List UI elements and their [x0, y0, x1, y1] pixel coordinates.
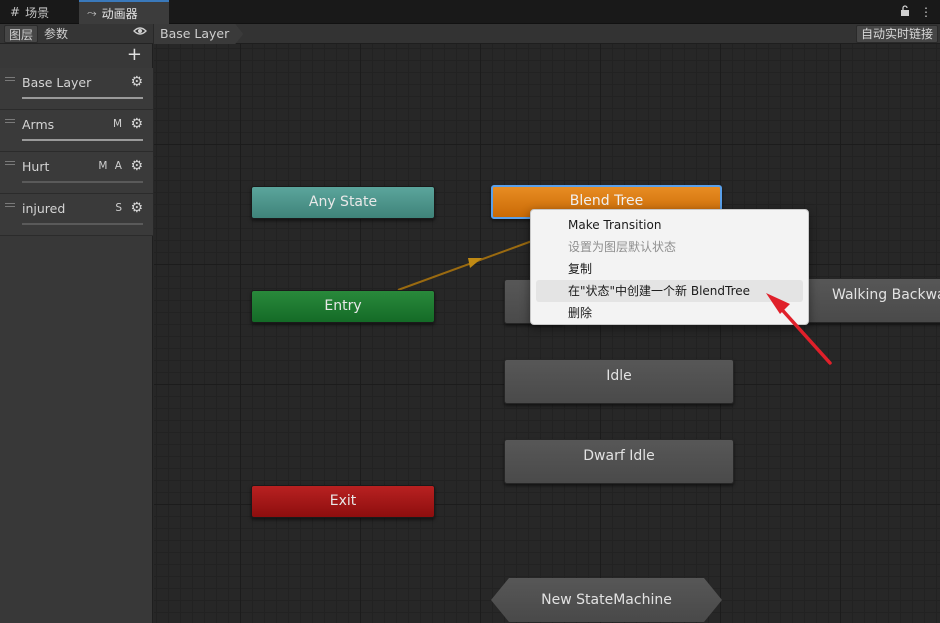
drag-handle-icon[interactable]	[5, 77, 15, 81]
state-exit[interactable]: Exit	[251, 485, 435, 518]
tab-layers[interactable]: 图层	[4, 25, 38, 43]
layer-flags: S	[115, 202, 124, 214]
layer-flags: M A	[98, 160, 124, 172]
state-entry[interactable]: Entry	[251, 290, 435, 323]
layers-panel: 图层 参数 + Base Layer ⚙ Arms M ⚙ Hurt M A ⚙…	[0, 24, 153, 623]
grid-icon: #	[10, 5, 21, 19]
layer-weight-bar	[22, 223, 143, 225]
layer-item-arms[interactable]: Arms M ⚙	[0, 110, 153, 152]
drag-handle-icon[interactable]	[5, 119, 15, 123]
gear-icon[interactable]: ⚙	[130, 200, 143, 216]
layer-flags: M	[112, 118, 124, 130]
state-walking-backward[interactable]: Walking Backwa	[806, 278, 940, 323]
state-idle[interactable]: Idle	[504, 359, 734, 404]
eye-icon[interactable]	[133, 25, 147, 40]
window-tab-bar: # 场景 ⤳ 动画器 ⋮	[0, 0, 940, 24]
layer-item-base-layer[interactable]: Base Layer ⚙	[0, 68, 153, 110]
drag-handle-icon[interactable]	[5, 161, 15, 165]
gear-icon[interactable]: ⚙	[130, 74, 143, 90]
window-controls: ⋮	[900, 0, 932, 24]
tab-scene-label: 场景	[25, 5, 50, 20]
menu-item-create-blend-tree[interactable]: 在"状态"中创建一个新 BlendTree	[536, 280, 803, 302]
layer-weight-bar	[22, 181, 143, 183]
layer-item-hurt[interactable]: Hurt M A ⚙	[0, 152, 153, 194]
layer-weight-bar	[22, 97, 143, 99]
state-any-state[interactable]: Any State	[251, 186, 435, 219]
menu-item-make-transition[interactable]: Make Transition	[536, 214, 803, 236]
tab-scene[interactable]: # 场景	[2, 0, 78, 24]
drag-handle-icon[interactable]	[5, 203, 15, 207]
layer-item-injured[interactable]: injured S ⚙	[0, 194, 153, 236]
layer-name: Hurt	[22, 159, 50, 174]
breadcrumb: Base Layer 自动实时链接	[154, 24, 940, 44]
tab-animator[interactable]: ⤳ 动画器	[79, 0, 169, 24]
breadcrumb-base-layer[interactable]: Base Layer	[154, 24, 243, 44]
more-options-icon[interactable]: ⋮	[920, 5, 932, 19]
tab-parameters[interactable]: 参数	[40, 25, 74, 43]
menu-item-set-default-state: 设置为图层默认状态	[568, 240, 677, 254]
add-layer-button[interactable]: +	[127, 44, 142, 66]
menu-item-copy[interactable]: 复制	[536, 258, 803, 280]
layer-name: Base Layer	[22, 75, 92, 90]
state-dwarf-idle[interactable]: Dwarf Idle	[504, 439, 734, 484]
lock-icon[interactable]	[900, 5, 910, 19]
layer-name: Arms	[22, 117, 55, 132]
layer-weight-bar	[22, 139, 143, 141]
auto-live-link-button[interactable]: 自动实时链接	[855, 25, 938, 43]
tab-animator-label: 动画器	[101, 6, 138, 21]
layer-name: injured	[22, 201, 66, 216]
menu-item-delete[interactable]: 删除	[536, 302, 803, 324]
layers-panel-tabs: 图层 参数	[0, 24, 153, 44]
gear-icon[interactable]: ⚙	[130, 158, 143, 174]
gear-icon[interactable]: ⚙	[130, 116, 143, 132]
animator-icon: ⤳	[87, 5, 97, 20]
state-machine-new[interactable]: New StateMachine	[491, 578, 722, 622]
context-menu: Make Transition 设置为图层默认状态 复制 在"状态"中创建一个新…	[530, 209, 809, 325]
